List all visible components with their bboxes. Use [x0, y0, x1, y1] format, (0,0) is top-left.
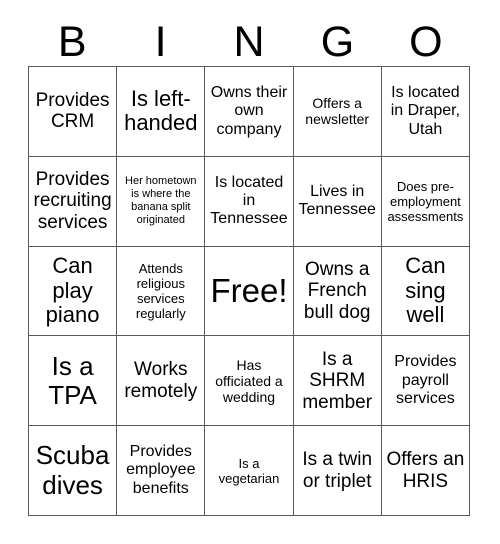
bingo-cell-label: Owns a French bull dog [303, 258, 371, 323]
bingo-cell-label: Attends religious services regularly [135, 260, 186, 322]
bingo-cell-label: Is a twin or triplet [302, 449, 373, 492]
bingo-cell-label: Provides CRM [35, 89, 110, 133]
bingo-cell-label: Is a vegetarian [218, 455, 280, 486]
bingo-cell-label: Is located in Tennessee [210, 173, 288, 228]
bingo-cell-r4-c2[interactable]: Works remotely [117, 336, 206, 427]
bingo-cell-label: Free! [210, 271, 288, 309]
bingo-header-letter-n: N [233, 18, 265, 66]
bingo-cell-label: Offers an HRIS [386, 449, 465, 492]
bingo-cell-r3-c1[interactable]: Can play piano [29, 246, 118, 337]
bingo-cell-label: Provides employee benefits [126, 443, 196, 497]
bingo-header-letter-i: I [154, 18, 167, 66]
bingo-cell-r1-c1[interactable]: Provides CRM [29, 67, 118, 157]
bingo-cell-label: Does pre-employment assessments [387, 178, 464, 224]
bingo-cell-r3-c4[interactable]: Owns a French bull dog [293, 246, 382, 337]
bingo-cell-r5-c2[interactable]: Provides employee benefits [117, 426, 206, 516]
bingo-cell-label: Works remotely [124, 359, 198, 402]
bingo-cell-label: Offers a newsletter [305, 95, 370, 128]
bingo-cell-r1-c2[interactable]: Is left-handed [117, 67, 206, 157]
bingo-cell-r1-c4[interactable]: Offers a newsletter [293, 67, 382, 157]
bingo-header-letter-b: B [57, 18, 87, 66]
bingo-cell-r2-c2[interactable]: Her hometown is where the banana split o… [117, 156, 206, 247]
bingo-cell-label: Can sing well [405, 253, 446, 328]
bingo-cell-r3-c3[interactable]: Free! [205, 246, 294, 337]
bingo-cell-r5-c3[interactable]: Is a vegetarian [205, 426, 294, 516]
bingo-cell-r2-c4[interactable]: Lives in Tennessee [293, 156, 382, 247]
bingo-cell-label: Is a TPA [48, 350, 97, 410]
bingo-cell-label: Has officiated a wedding [215, 356, 283, 405]
bingo-cell-r4-c1[interactable]: Is a TPA [29, 336, 118, 427]
bingo-cell-label: Is a SHRM member [302, 348, 373, 413]
bingo-card: B I N G O Provides CRM Is left-handed Owns the… [0, 0, 500, 544]
bingo-cell-r5-c5[interactable]: Offers an HRIS [381, 426, 470, 516]
bingo-cell-label: Owns their own company [210, 84, 288, 138]
bingo-cell-label: Lives in Tennessee [298, 182, 376, 219]
bingo-cell-r4-c5[interactable]: Provides payroll services [381, 336, 470, 427]
bingo-header-letter-g: G [320, 18, 355, 66]
bingo-cell-label: Scuba dives [35, 440, 110, 500]
bingo-cell-label: Is left-handed [124, 85, 198, 136]
bingo-cell-r1-c3[interactable]: Owns their own company [205, 67, 294, 157]
bingo-cell-r4-c4[interactable]: Is a SHRM member [293, 336, 382, 427]
bingo-header-row: BINGO [28, 12, 470, 66]
bingo-cell-label: Provides recruiting services [33, 168, 112, 233]
bingo-cell-r4-c3[interactable]: Has officiated a wedding [205, 336, 294, 427]
bingo-cell-r2-c1[interactable]: Provides recruiting services [29, 156, 118, 247]
bingo-grid: Provides CRM Is left-handed Owns their own… [28, 66, 470, 516]
bingo-cell-label: Is located in Draper, Utah [390, 84, 461, 138]
bingo-cell-label: Her hometown is where the banana split o… [125, 175, 197, 227]
bingo-cell-r1-c5[interactable]: Is located in Draper, Utah [381, 67, 470, 157]
bingo-cell-r3-c2[interactable]: Attends religious services regularly [117, 246, 206, 337]
bingo-cell-r5-c4[interactable]: Is a twin or triplet [293, 426, 382, 516]
bingo-header-letter-o: O [409, 18, 443, 66]
bingo-cell-r2-c5[interactable]: Does pre-employment assessments [381, 156, 470, 247]
bingo-cell-r3-c5[interactable]: Can sing well [381, 246, 470, 337]
bingo-cell-r2-c3[interactable]: Is located in Tennessee [205, 156, 294, 247]
bingo-cell-label: Can play piano [45, 253, 100, 328]
bingo-cell-label: Provides payroll services [394, 353, 457, 407]
bingo-cell-r5-c1[interactable]: Scuba dives [29, 426, 118, 516]
